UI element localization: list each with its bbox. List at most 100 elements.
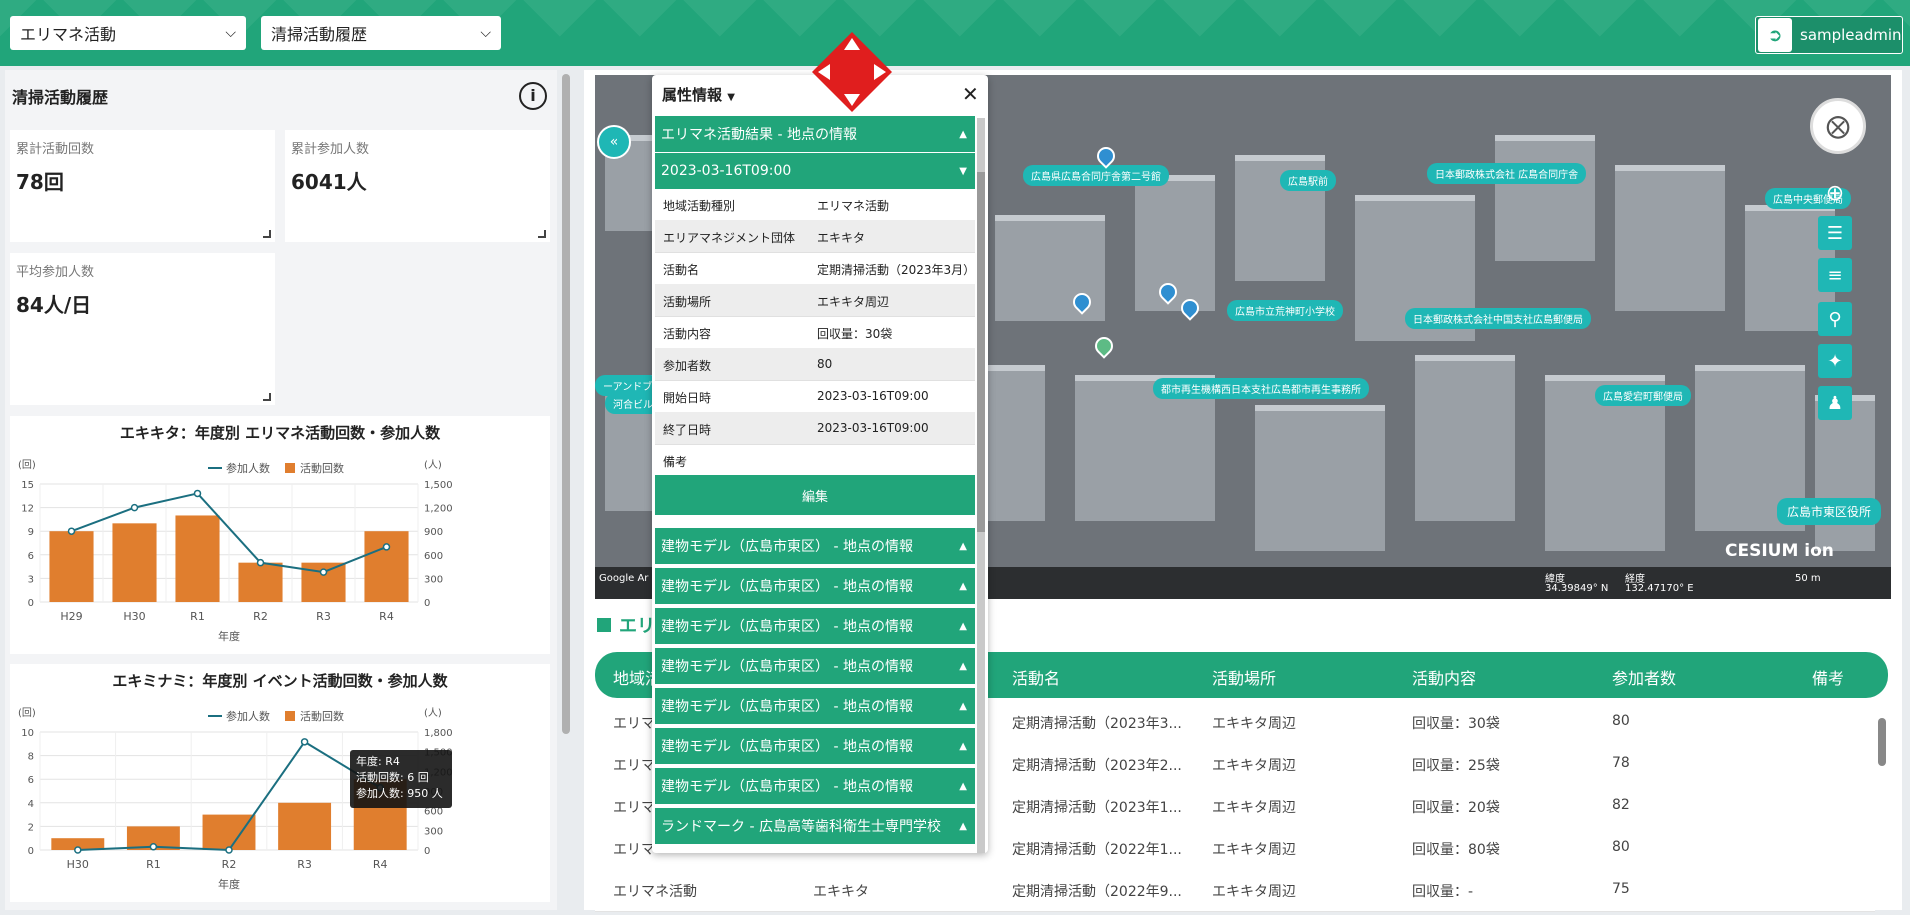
tooltip-line: 年度: R4 <box>356 755 400 768</box>
popup-section-header[interactable]: 建物モデル（広島市東区） - 地点の情報 ▲ <box>655 608 975 644</box>
resize-handle-icon[interactable] <box>263 230 271 238</box>
subcategory-select[interactable]: 清掃活動履歴 ⌵ <box>261 16 501 50</box>
attribute-value: エキキタ周辺 <box>817 295 890 309</box>
column-header[interactable]: 参加者数 <box>1612 665 1676 689</box>
section-label: 建物モデル（広島市東区） - 地点の情報 <box>661 739 913 755</box>
chevron-up-icon: ▲ <box>959 820 967 832</box>
category-select[interactable]: エリマネ活動 ⌵ <box>10 16 246 50</box>
table-cell: 回収量：80袋 <box>1412 842 1500 858</box>
map-label[interactable]: 広島市立荒神町小学校 <box>1227 300 1343 321</box>
stat-value: 6041人 <box>291 170 367 194</box>
chart-ekikita-svg: 15 12 9 6 3 0 1,500 1,200 900 600 300 0 (回) (人) 参加人数 活動… <box>18 459 453 643</box>
column-header[interactable]: 活動内容 <box>1412 665 1476 689</box>
collapse-panel-icon[interactable]: « <box>597 125 631 159</box>
popup-section-header[interactable]: エリマネ活動結果 - 地点の情報 ▲ <box>655 116 975 152</box>
attribute-value: 定期清掃活動（2023年3月） <box>817 263 976 277</box>
chart-ekiminami: エキミナミ：年度別 イベント活動回数・参加人数 10864201,8001,50… <box>10 664 550 902</box>
chevron-up-icon: ▲ <box>959 660 967 672</box>
people-icon[interactable]: ♟ <box>1818 386 1852 420</box>
line-point <box>256 558 265 567</box>
attribute-value: 80 <box>817 357 833 371</box>
popup-scrollbar-thumb[interactable] <box>977 172 985 532</box>
map-label[interactable]: 都市再生機構西日本支社広島都市再生事務所 <box>1153 378 1369 399</box>
popup-section-header[interactable]: 建物モデル（広島市東区） - 地点の情報 ▲ <box>655 528 975 564</box>
map-label[interactable]: 広島市東区役所 <box>1777 498 1882 525</box>
column-header[interactable]: 活動場所 <box>1212 665 1276 689</box>
chart-ekikita: エキキタ：年度別 エリマネ活動回数・参加人数 15 12 9 6 3 0 1,500 1,20… <box>10 416 550 654</box>
map-label[interactable]: 広島駅前 <box>1280 170 1336 191</box>
map-label[interactable]: 広島愛宕町郵便局 <box>1595 385 1691 406</box>
y-tick-label: 8 <box>28 752 34 763</box>
user-button[interactable]: ➲ sampleadmin <box>1755 16 1903 54</box>
move-handle-icon[interactable] <box>812 32 892 112</box>
table-cell: エキキタ周辺 <box>1212 758 1296 774</box>
section-label: 建物モデル（広島市東区） - 地点の情報 <box>661 579 913 595</box>
x-tick-label: H29 <box>60 610 82 623</box>
line-point <box>319 568 328 576</box>
y-tick-label: 10 <box>21 728 34 739</box>
x-tick-label: R4 <box>379 610 394 623</box>
popup-attribute-row: 開始日時 2023-03-16T09:00 <box>655 380 975 413</box>
table-row[interactable]: エリマネ活動 エキキタ 定期清掃活動（2022年9... エキキタ周辺 回収量：- 75 <box>595 869 1875 912</box>
chevron-up-icon: ▲ <box>959 620 967 632</box>
grid-icon <box>597 618 611 632</box>
popup-section-header[interactable]: 建物モデル（広島市東区） - 地点の情報 ▲ <box>655 648 975 684</box>
popup-section-header[interactable]: 建物モデル（広島市東区） - 地点の情報 ▲ <box>655 568 975 604</box>
attribute-key: 開始日時 <box>663 391 712 405</box>
popup-subsection-header[interactable]: 2023-03-16T09:00 ▼ <box>655 153 975 189</box>
stat-value: 84人/日 <box>16 293 92 317</box>
compass-icon[interactable]: ⨂ <box>1810 98 1866 154</box>
resize-handle-icon[interactable] <box>538 230 546 238</box>
list-icon[interactable]: ≡ <box>1818 258 1852 292</box>
popup-title[interactable]: 属性情報 ▼ <box>662 84 735 105</box>
column-header[interactable]: 備考 <box>1812 665 1844 689</box>
popup-section-header[interactable]: 建物モデル（広島市東区） - 地点の情報 ▲ <box>655 688 975 724</box>
popup-attribute-row: 終了日時 2023-03-16T09:00 <box>655 412 975 445</box>
y2-tick-label: 900 <box>424 527 443 538</box>
legend-label: 活動回数 <box>300 709 344 723</box>
y2-tick-label: 600 <box>424 551 443 562</box>
search-icon[interactable]: ⚲ <box>1818 302 1852 336</box>
chevron-up-icon: ▲ <box>959 128 967 140</box>
map-pin-icon[interactable] <box>1091 333 1117 359</box>
legend-label: 参加人数 <box>226 709 270 723</box>
y2-tick-label: 600 <box>424 807 443 818</box>
x-tick-label: R3 <box>316 610 331 623</box>
username: sampleadmin <box>1800 26 1902 44</box>
popup-section-header[interactable]: 建物モデル（広島市東区） - 地点の情報 ▲ <box>655 728 975 764</box>
popup-section-header[interactable]: 建物モデル（広島市東区） - 地点の情報 ▲ <box>655 768 975 804</box>
table-cell: エキキタ周辺 <box>1212 842 1296 858</box>
table-title: エリ <box>597 612 655 638</box>
y2-tick-label: 1,500 <box>424 480 453 491</box>
locate-icon[interactable]: ⊕ <box>1818 176 1852 210</box>
tooltip-line: 参加人数: 950 人 <box>356 787 443 800</box>
bar <box>112 523 157 602</box>
close-icon[interactable]: ✕ <box>962 82 979 106</box>
y2-tick-label: 300 <box>424 826 443 837</box>
column-header[interactable]: 活動名 <box>1012 665 1060 689</box>
table-scrollbar[interactable] <box>1878 718 1886 766</box>
map-label[interactable]: 広島県広島合同庁舎第二号館 <box>1023 165 1169 186</box>
map-label[interactable]: 日本郵政株式会社中国支社広島郵便局 <box>1405 308 1591 329</box>
table-cell: エリマネ活動 <box>613 884 697 900</box>
info-icon[interactable]: i <box>519 82 547 110</box>
table-cell: エキキタ周辺 <box>1212 716 1296 732</box>
line-point <box>382 543 391 551</box>
map-attribution: Google Ar <box>599 573 649 584</box>
stat-card-total-count: 累計活動回数 78回 <box>10 130 275 242</box>
popup-attribute-row: 地域活動種別 エリマネ活動 <box>655 188 975 221</box>
attribute-key: 活動名 <box>663 263 700 277</box>
chevron-up-icon: ▲ <box>959 740 967 752</box>
resize-handle-icon[interactable] <box>263 393 271 401</box>
map-label[interactable]: 日本郵政株式会社 広島合同庁舎 <box>1427 163 1587 184</box>
share-icon[interactable]: ✦ <box>1818 344 1852 378</box>
table-cell: 回収量：20袋 <box>1412 800 1500 816</box>
section-label: 建物モデル（広島市東区） - 地点の情報 <box>661 699 913 715</box>
attribute-value: 回収量：30袋 <box>817 327 893 341</box>
attribute-value: エリマネ活動 <box>817 199 890 213</box>
layer-settings-icon[interactable]: ☰ <box>1818 216 1852 250</box>
edit-button[interactable]: 編集 <box>655 475 975 515</box>
map-label[interactable]: ーアンドブ <box>595 375 661 396</box>
popup-section-header[interactable]: ランドマーク - 広島高等歯科衛生士専門学校 ▲ <box>655 808 975 844</box>
left-scrollbar[interactable] <box>562 74 570 734</box>
